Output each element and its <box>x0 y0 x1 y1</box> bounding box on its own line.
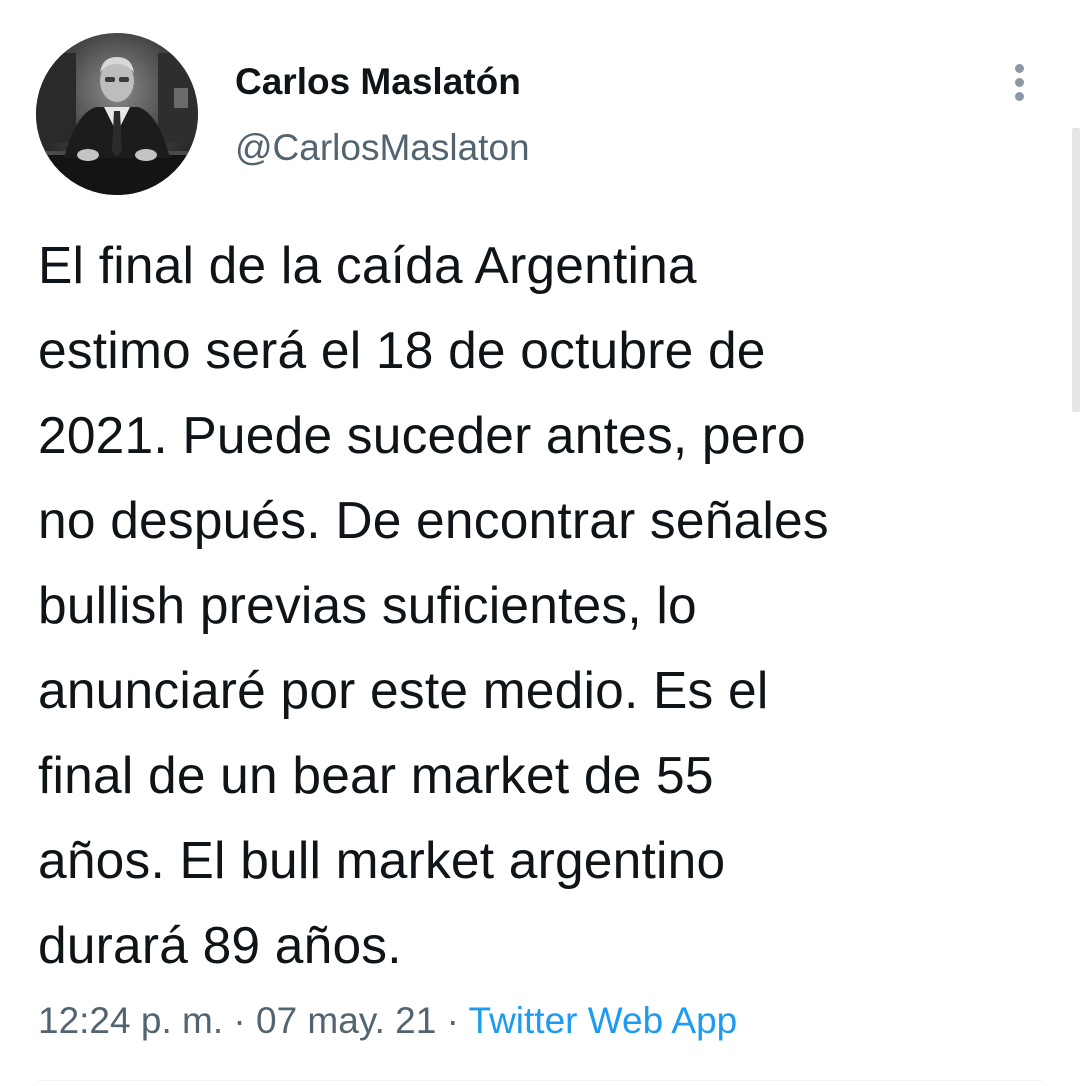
tweet-line: anunciaré por este medio. Es el <box>38 661 769 719</box>
author-handle[interactable]: @CarlosMaslaton <box>235 124 530 172</box>
more-vertical-icon <box>1015 64 1024 73</box>
tweet-time[interactable]: 12:24 p. m. <box>38 1000 223 1041</box>
tweet-line: no después. De encontrar señales <box>38 491 829 549</box>
tweet-text: El final de la caída Argentina estimo se… <box>38 223 1048 988</box>
tweet-line: final de un bear market de 55 <box>38 746 714 804</box>
avatar-photo <box>36 33 198 195</box>
more-vertical-icon-dot <box>1015 78 1024 87</box>
tweet-line: 2021. Puede suceder antes, pero <box>38 406 806 464</box>
scrollbar[interactable] <box>1072 128 1080 412</box>
tweet-line: bullish previas suficientes, lo <box>38 576 697 634</box>
more-vertical-icon-dot <box>1015 92 1024 101</box>
tweet-line: años. El bull market argentino <box>38 831 726 889</box>
tweet-metadata: 12:24 p. m. · 07 may. 21 · Twitter Web A… <box>38 993 737 1049</box>
tweet-date[interactable]: 07 may. 21 <box>256 1000 436 1041</box>
avatar[interactable] <box>36 33 198 195</box>
divider <box>38 1080 1042 1081</box>
author-display-name[interactable]: Carlos Maslatón <box>235 58 521 106</box>
tweet-source-link[interactable]: Twitter Web App <box>469 1000 738 1041</box>
more-options-button[interactable] <box>1000 56 1040 104</box>
tweet-line: durará 89 años. <box>38 916 402 974</box>
tweet-line: El final de la caída Argentina <box>38 236 697 294</box>
meta-separator: · <box>223 1000 256 1041</box>
meta-separator: · <box>436 1000 469 1041</box>
tweet-line: estimo será el 18 de octubre de <box>38 321 766 379</box>
